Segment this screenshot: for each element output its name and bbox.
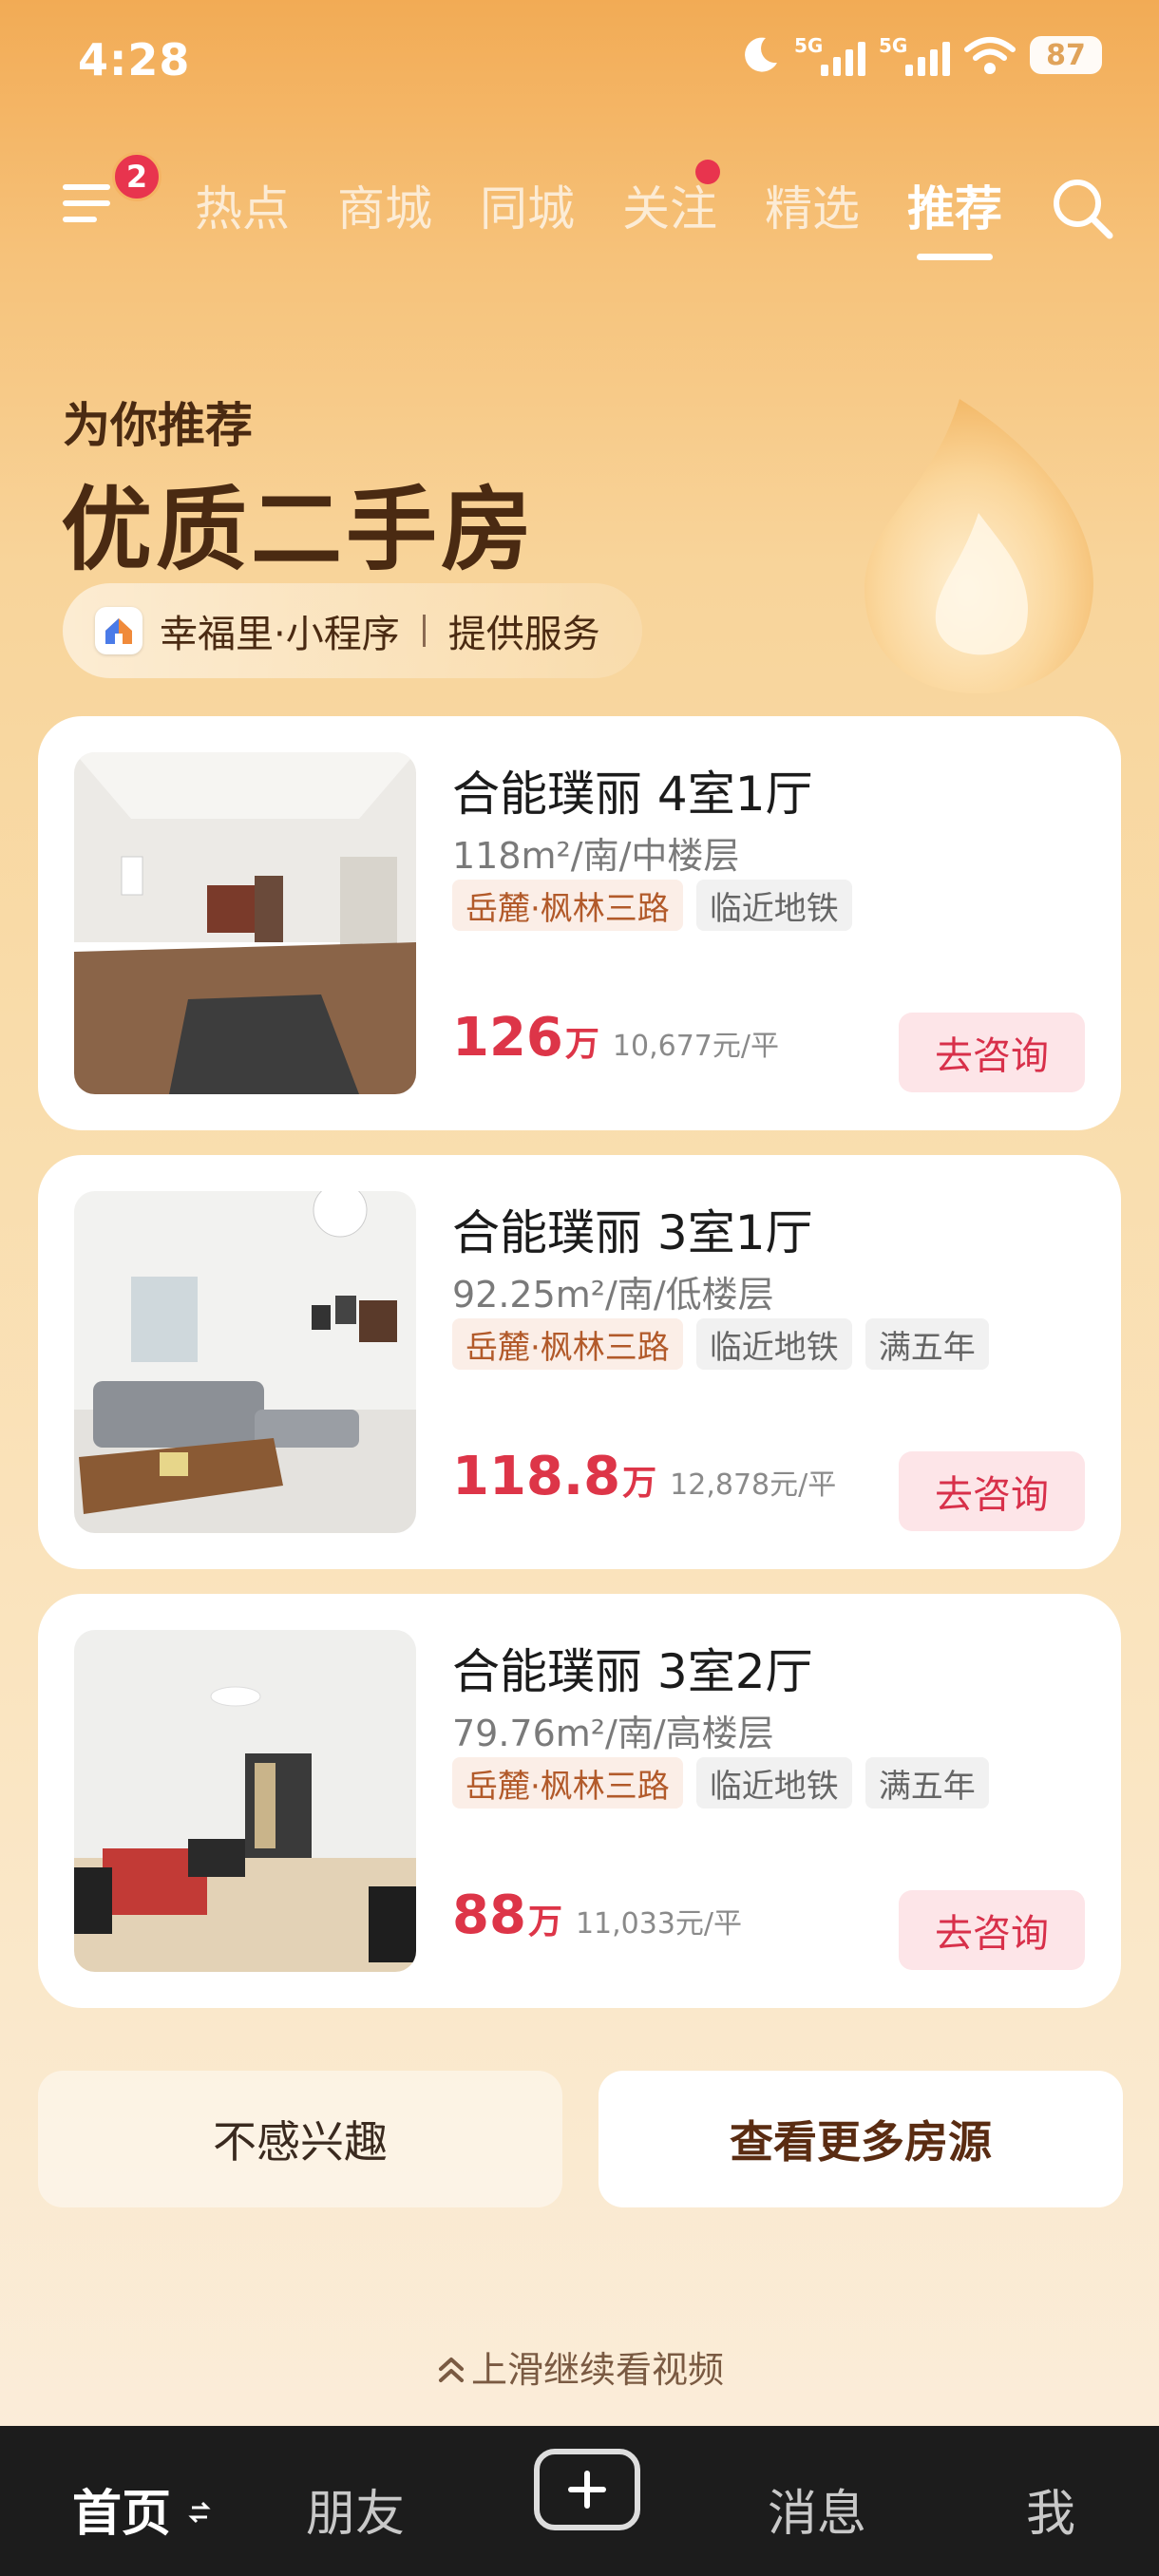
swipe-hint-text: 上滑继续看视频 (470, 2349, 724, 2391)
tab-local[interactable]: 同城 (456, 171, 598, 239)
price-unit: 万 (564, 1025, 599, 1064)
signal-label: 5G (879, 34, 908, 57)
listing-photo (74, 1630, 416, 1972)
double-chevron-up-icon (438, 2358, 464, 2382)
tab-friends[interactable]: 朋友 (306, 2473, 405, 2545)
listing-card[interactable]: 合能璞丽 3室2厅 79.76m²/南/高楼层 岳麓·枫林三路 临近地铁 满五年… (38, 1594, 1121, 2008)
consult-button[interactable]: 去咨询 (899, 1890, 1085, 1970)
house-app-icon (95, 607, 142, 654)
moon-icon (745, 37, 777, 72)
listing-meta: 118m²/南/中楼层 (452, 835, 740, 877)
signal-icon: 5G (794, 34, 865, 76)
view-more-listings-button[interactable]: 查看更多房源 (598, 2071, 1123, 2207)
tag-location: 岳麓·枫林三路 (452, 880, 683, 931)
menu-badge: 2 (112, 152, 162, 201)
battery-icon: 87 (1030, 36, 1102, 74)
tab-home[interactable]: 首页 (72, 2473, 211, 2545)
tab-hot[interactable]: 热点 (171, 171, 314, 239)
listing-tags: 岳麓·枫林三路 临近地铁 (452, 880, 852, 931)
listing-price: 126 万 10,677元/平 (452, 1007, 779, 1069)
tab-following[interactable]: 关注 (598, 171, 741, 239)
section-title: 优质二手房 (61, 477, 536, 583)
unit-price: 11,033元/平 (575, 1907, 743, 1941)
menu-line (63, 184, 110, 190)
flame-icon (864, 399, 1093, 693)
tab-recommended[interactable]: 推荐 (884, 171, 1026, 239)
service-text: 提供服务 (447, 613, 600, 656)
listing-card[interactable]: 合能璞丽 4室1厅 118m²/南/中楼层 岳麓·枫林三路 临近地铁 126 万… (38, 716, 1121, 1130)
consult-button[interactable]: 去咨询 (899, 1451, 1085, 1531)
status-icons: 5G 5G 87 (739, 34, 1102, 76)
swipe-up-hint[interactable]: 上滑继续看视频 (0, 2340, 1159, 2393)
following-unread-dot (695, 160, 720, 184)
tag-feature: 临近地铁 (695, 1318, 852, 1370)
top-tabs: 热点 商城 同城 关注 精选 推荐 (171, 171, 1026, 239)
tab-featured[interactable]: 精选 (741, 171, 884, 239)
listing-title: 合能璞丽 3室2厅 (452, 1644, 813, 1699)
status-time: 4:28 (78, 34, 191, 85)
search-icon[interactable] (1049, 175, 1115, 241)
service-provider-pill[interactable]: 幸福里·小程序 提供服务 (63, 583, 642, 678)
listing-meta: 92.25m²/南/低楼层 (452, 1274, 774, 1316)
tab-me[interactable]: 我 (1026, 2473, 1075, 2545)
tag-feature: 满五年 (864, 1757, 989, 1809)
unit-price: 10,677元/平 (612, 1030, 779, 1063)
tab-home-label: 首页 (72, 2486, 172, 2543)
not-interested-button[interactable]: 不感兴趣 (38, 2071, 562, 2207)
tag-feature: 临近地铁 (695, 1757, 852, 1809)
listing-tags: 岳麓·枫林三路 临近地铁 满五年 (452, 1757, 989, 1809)
listing-meta: 79.76m²/南/高楼层 (452, 1713, 774, 1754)
price-value: 118.8 (452, 1446, 621, 1507)
swap-arrows-icon (188, 2501, 211, 2524)
tag-feature: 满五年 (864, 1318, 989, 1370)
pill-divider (422, 615, 426, 647)
service-app-name: 幸福里·小程序 (160, 613, 400, 656)
listing-title: 合能璞丽 4室1厅 (452, 767, 813, 822)
menu-button[interactable] (59, 177, 112, 230)
listing-title: 合能璞丽 3室1厅 (452, 1205, 813, 1260)
menu-line (63, 200, 110, 206)
listing-photo (74, 752, 416, 1094)
listing-photo (74, 1191, 416, 1533)
tag-feature: 临近地铁 (695, 880, 852, 931)
listing-price: 118.8 万 12,878元/平 (452, 1446, 836, 1507)
tab-mall[interactable]: 商城 (314, 171, 456, 239)
bottom-tab-bar: 首页 朋友 消息 我 (0, 2426, 1159, 2576)
signal-icon: 5G (879, 34, 950, 76)
listing-card[interactable]: 合能璞丽 3室1厅 92.25m²/南/低楼层 岳麓·枫林三路 临近地铁 满五年… (38, 1155, 1121, 1569)
signal-label: 5G (794, 34, 824, 57)
create-post-button[interactable] (534, 2449, 640, 2530)
plus-icon (568, 2471, 606, 2509)
tag-location: 岳麓·枫林三路 (452, 1318, 683, 1370)
wifi-icon (964, 37, 1016, 74)
price-value: 126 (452, 1007, 563, 1069)
tab-messages[interactable]: 消息 (768, 2473, 866, 2545)
listing-tags: 岳麓·枫林三路 临近地铁 满五年 (452, 1318, 989, 1370)
listing-price: 88 万 11,033元/平 (452, 1885, 742, 1946)
tag-location: 岳麓·枫林三路 (452, 1757, 683, 1809)
price-value: 88 (452, 1885, 526, 1946)
price-unit: 万 (527, 1903, 562, 1941)
consult-button[interactable]: 去咨询 (899, 1013, 1085, 1092)
unit-price: 12,878元/平 (670, 1468, 837, 1502)
menu-line (63, 217, 97, 222)
price-unit: 万 (622, 1464, 657, 1503)
section-subtitle: 为你推荐 (63, 398, 253, 453)
